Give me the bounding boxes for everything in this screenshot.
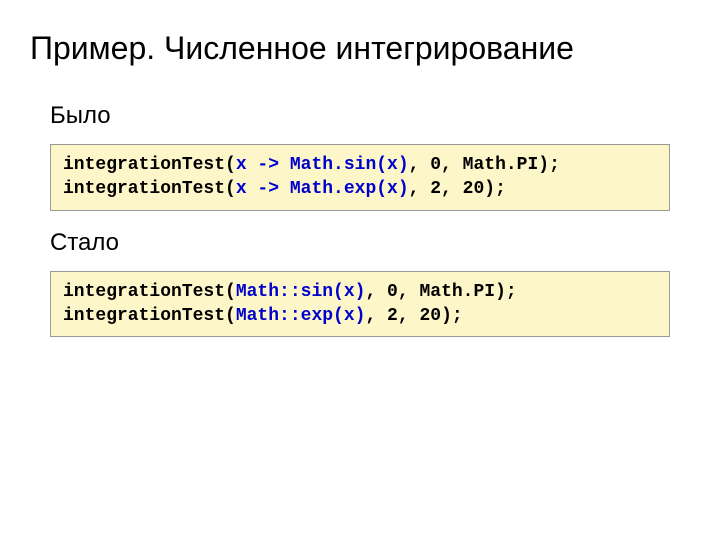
section-after-label: Стало [50, 229, 695, 257]
section-before-label: Было [50, 102, 695, 130]
code-text: integrationTest( [63, 155, 236, 175]
code-lambda: x -> Math.sin(x) [236, 155, 409, 175]
code-after-box: integrationTest(Math::sin(x), 0, Math.PI… [50, 271, 670, 338]
code-text: integrationTest( [63, 179, 236, 199]
code-text: integrationTest( [63, 282, 236, 302]
code-text: , 2, 20); [365, 306, 462, 326]
code-method-ref: Math::sin(x) [236, 282, 366, 302]
code-before-box: integrationTest(x -> Math.sin(x), 0, Mat… [50, 144, 670, 211]
code-text: , 0, Math.PI); [365, 282, 516, 302]
code-text: , 0, Math.PI); [409, 155, 560, 175]
code-method-ref: Math::exp(x) [236, 306, 366, 326]
code-text: , 2, 20); [409, 179, 506, 199]
code-lambda: x -> Math.exp(x) [236, 179, 409, 199]
code-text: integrationTest( [63, 306, 236, 326]
slide-title: Пример. Численное интегрирование [30, 30, 695, 67]
